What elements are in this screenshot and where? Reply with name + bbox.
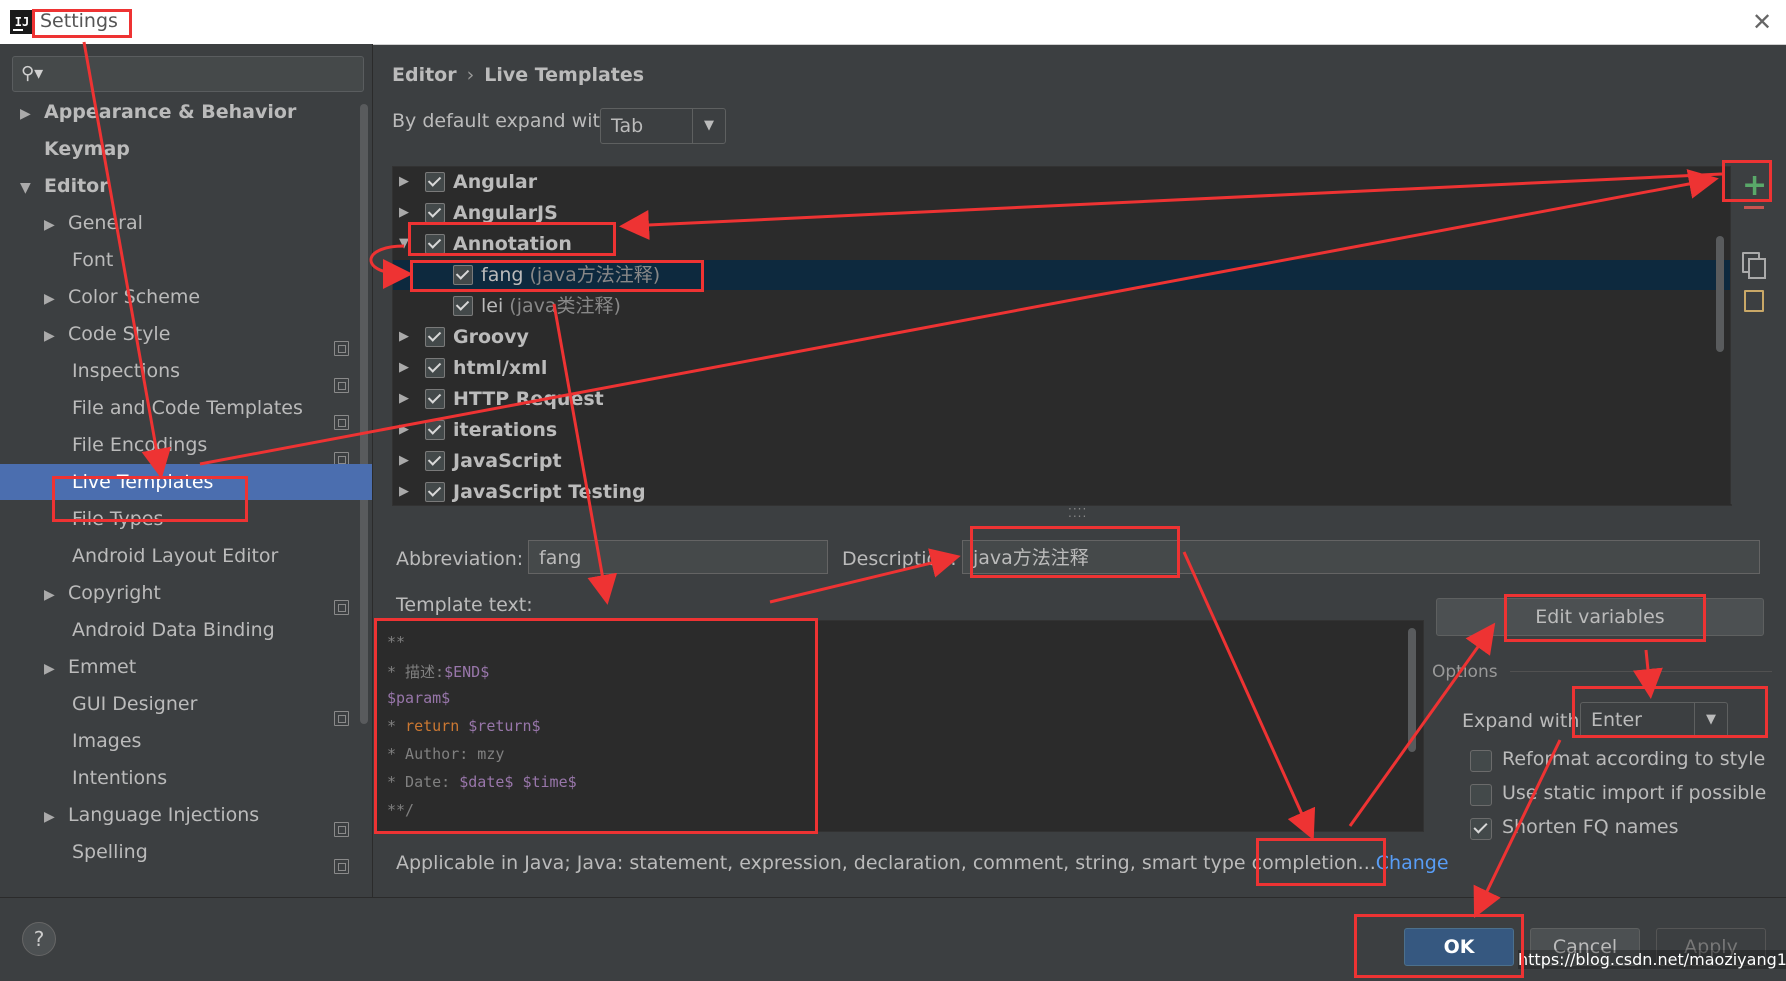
arrow-sidebar-to-add bbox=[199, 169, 1719, 466]
arrow-annotation-to-fang bbox=[369, 244, 413, 289]
arrow-template-to-description bbox=[769, 548, 961, 604]
arrow-edit-variables-to-expand-with bbox=[1632, 649, 1663, 699]
annotation-arrows bbox=[82, 41, 1723, 919]
arrow-fang-to-template-text bbox=[552, 303, 618, 605]
arrow-expand-with-to-ok bbox=[1473, 739, 1562, 919]
arrow-title-to-live-templates bbox=[82, 41, 172, 479]
arrow-add-to-annotation bbox=[619, 172, 1723, 240]
arrow-change-to-edit-variables bbox=[1348, 622, 1496, 827]
arrow-description-to-change bbox=[1182, 551, 1316, 841]
